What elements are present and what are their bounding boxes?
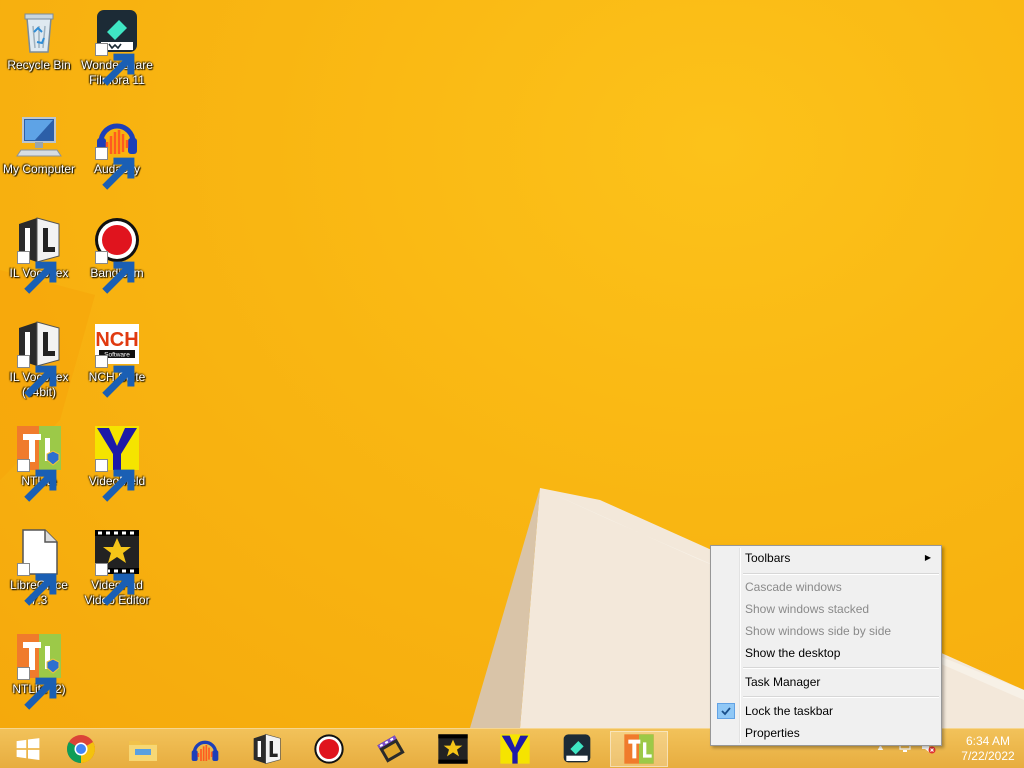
desktop-icon-videopad[interactable]: VideoPad Video Editor [78,528,156,608]
desktop-icon-il-vocodex-64bit[interactable]: IL Vocodex (64bit) [0,320,78,400]
ntlite-icon [624,734,654,764]
videomeld-icon [500,734,530,764]
taskbar-audacity[interactable] [177,731,233,767]
taskbar-filmora[interactable] [549,731,605,767]
taskbar-chrome[interactable] [53,731,109,767]
desktop-icon-libreoffice[interactable]: LibreOffice 7.3 [0,528,78,608]
taskbar-video-app[interactable] [363,731,419,767]
shortcut-arrow-icon [95,147,135,190]
menu-item-show-the-desktop[interactable]: Show the desktop [713,642,939,664]
taskbar-file-explorer[interactable] [115,731,171,767]
menu-item-show-windows-stacked: Show windows stacked [745,602,870,616]
menu-item-toolbars[interactable]: Toolbars ▶ [713,547,939,569]
menu-separator [743,573,939,575]
menu-item-task-manager[interactable]: Task Manager [713,671,939,693]
desktop-icon-ntlite[interactable]: NTLite [0,424,78,502]
shortcut-arrow-icon [17,563,57,606]
menu-separator [743,667,939,669]
chrome-icon [67,735,95,763]
clock-date: 7/22/2022 [961,749,1015,763]
desktop-icon-bandicam[interactable]: Bandicam [78,216,156,294]
menu-item-properties[interactable]: Properties [713,722,939,744]
desktop-icon-audacity[interactable]: Audacity [78,112,156,190]
desktop-icon-il-vocodex[interactable]: IL Vocodex [0,216,78,294]
taskbar-context-menu[interactable]: Toolbars ▶ Cascade windows Show windows … [710,545,942,746]
audacity-icon [191,740,219,761]
menu-separator [743,696,939,698]
film-clapper-icon [377,735,405,763]
videopad-icon [438,734,468,764]
shortcut-arrow-icon [17,459,57,502]
shortcut-arrow-icon [17,251,57,294]
desktop-icon-filmora[interactable]: Wondershare Filmora 11 [78,8,156,88]
taskbar-ntlite[interactable] [610,731,668,767]
recycle-bin-icon [24,13,54,53]
desktop-icon-nch-suite[interactable]: NCH Software NCH Suite [78,320,156,398]
taskbar-videomeld[interactable] [487,731,543,767]
folder-icon [129,741,157,761]
svg-text:NCH: NCH [95,329,138,351]
desktop-icon-recycle-bin[interactable]: Recycle Bin [0,8,78,73]
submenu-arrow-icon: ▶ [924,553,931,562]
desktop-icon-videomeld[interactable]: VideoMeld [78,424,156,502]
bandicam-icon [314,734,344,764]
il-vocodex-icon [253,733,281,765]
windows-logo-icon [16,738,40,760]
filmora-icon [563,734,591,763]
start-button[interactable] [0,731,56,767]
menu-item-show-windows-side-by-side: Show windows side by side [745,624,892,638]
taskbar-clock[interactable]: 6:34 AM 7/22/2022 [958,734,1018,764]
shortcut-arrow-icon [95,251,135,294]
taskbar-bandicam[interactable] [301,731,357,767]
shortcut-arrow-icon [17,667,57,710]
shortcut-arrow-icon [95,355,135,398]
computer-icon [16,117,62,157]
menu-item-lock-the-taskbar[interactable]: Lock the taskbar [713,700,939,722]
taskbar-il-vocodex[interactable] [239,731,295,767]
desktop-icon-ntlite-2[interactable]: NTLite (2) [0,632,78,710]
shortcut-arrow-icon [17,355,57,398]
checkmark-icon [717,703,735,719]
shortcut-arrow-icon [95,563,135,606]
taskbar-videopad[interactable] [425,731,481,767]
clock-time: 6:34 AM [965,734,1011,748]
desktop-icon-my-computer[interactable]: My Computer [0,112,78,177]
menu-item-cascade-windows: Cascade windows [745,580,842,594]
shortcut-arrow-icon [95,459,135,502]
shortcut-arrow-icon [95,43,135,86]
